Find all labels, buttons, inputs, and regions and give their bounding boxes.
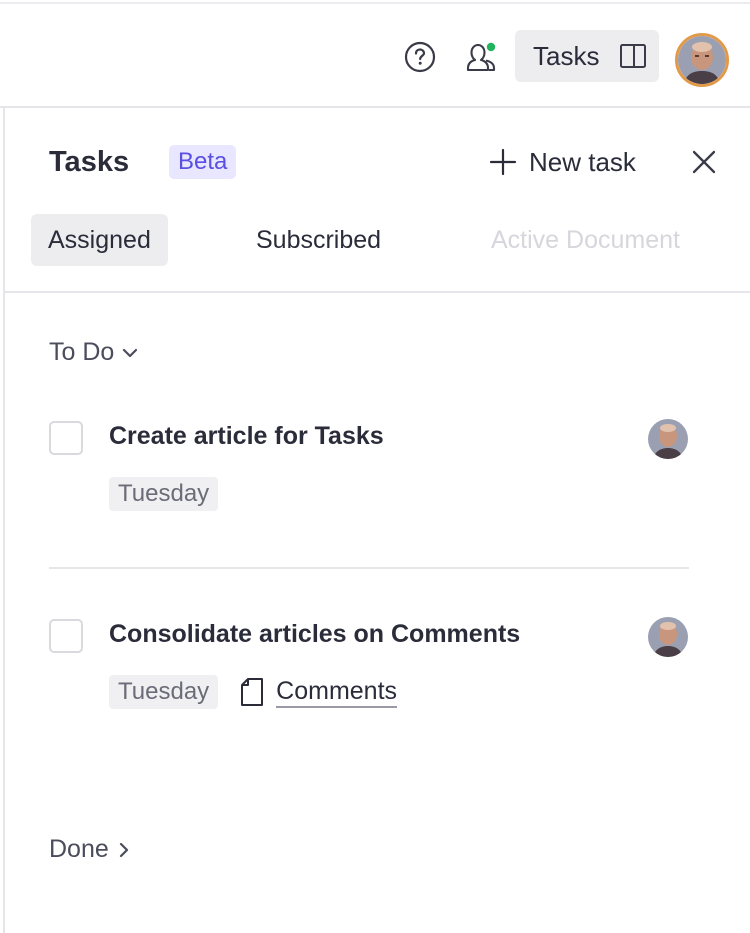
due-date-chip[interactable]: Tuesday [109, 477, 219, 511]
tasks-panel: Tasks Beta New task Assigned Subscribed … [3, 108, 750, 933]
linked-document-link[interactable]: Comments [240, 676, 398, 708]
assignee-photo-icon [648, 617, 688, 657]
tab-subscribed[interactable]: Subscribed [239, 214, 398, 266]
close-icon[interactable] [689, 147, 719, 177]
group-header-done[interactable]: Done [49, 835, 131, 864]
plus-icon [489, 148, 517, 176]
task-checkbox[interactable] [49, 619, 83, 653]
group-label-todo: To Do [49, 338, 115, 366]
chevron-right-icon [119, 842, 128, 857]
user-avatar[interactable] [675, 33, 729, 87]
top-toolbar: Tasks [0, 4, 750, 108]
tasks-toggle-label: Tasks [533, 40, 600, 71]
beta-badge: Beta [169, 145, 237, 179]
assignee-photo-icon [648, 419, 688, 459]
tab-active-document: Active Document [491, 226, 680, 254]
help-circle-icon [404, 41, 436, 73]
task-checkbox[interactable] [49, 421, 83, 455]
new-task-label: New task [529, 146, 636, 177]
task-title[interactable]: Consolidate articles on Comments [109, 620, 520, 649]
task-meta: Tuesday [109, 477, 219, 511]
document-icon [241, 678, 264, 706]
task-divider [49, 567, 689, 569]
help-button[interactable] [401, 38, 439, 76]
presence-button[interactable] [461, 37, 501, 77]
assignee-avatar [648, 617, 688, 657]
users-online-icon [466, 42, 496, 72]
group-header-todo[interactable]: To Do [49, 338, 138, 367]
panel-title: Tasks [49, 146, 130, 178]
tab-assigned[interactable]: Assigned [31, 214, 168, 266]
due-date-chip[interactable]: Tuesday [109, 675, 219, 709]
linked-document-name[interactable]: Comments [276, 676, 398, 708]
group-label-done: Done [49, 835, 109, 863]
task-title[interactable]: Create article for Tasks [109, 422, 384, 451]
assignee-avatar [648, 419, 688, 459]
sidebar-panel-icon [620, 44, 646, 68]
new-task-button[interactable]: New task [489, 142, 636, 182]
user-photo-icon [678, 36, 726, 84]
tabs-divider [5, 291, 750, 293]
task-meta: Tuesday Comments [109, 675, 398, 709]
chevron-down-icon [123, 348, 138, 357]
tasks-panel-toggle-button[interactable]: Tasks [515, 30, 659, 82]
